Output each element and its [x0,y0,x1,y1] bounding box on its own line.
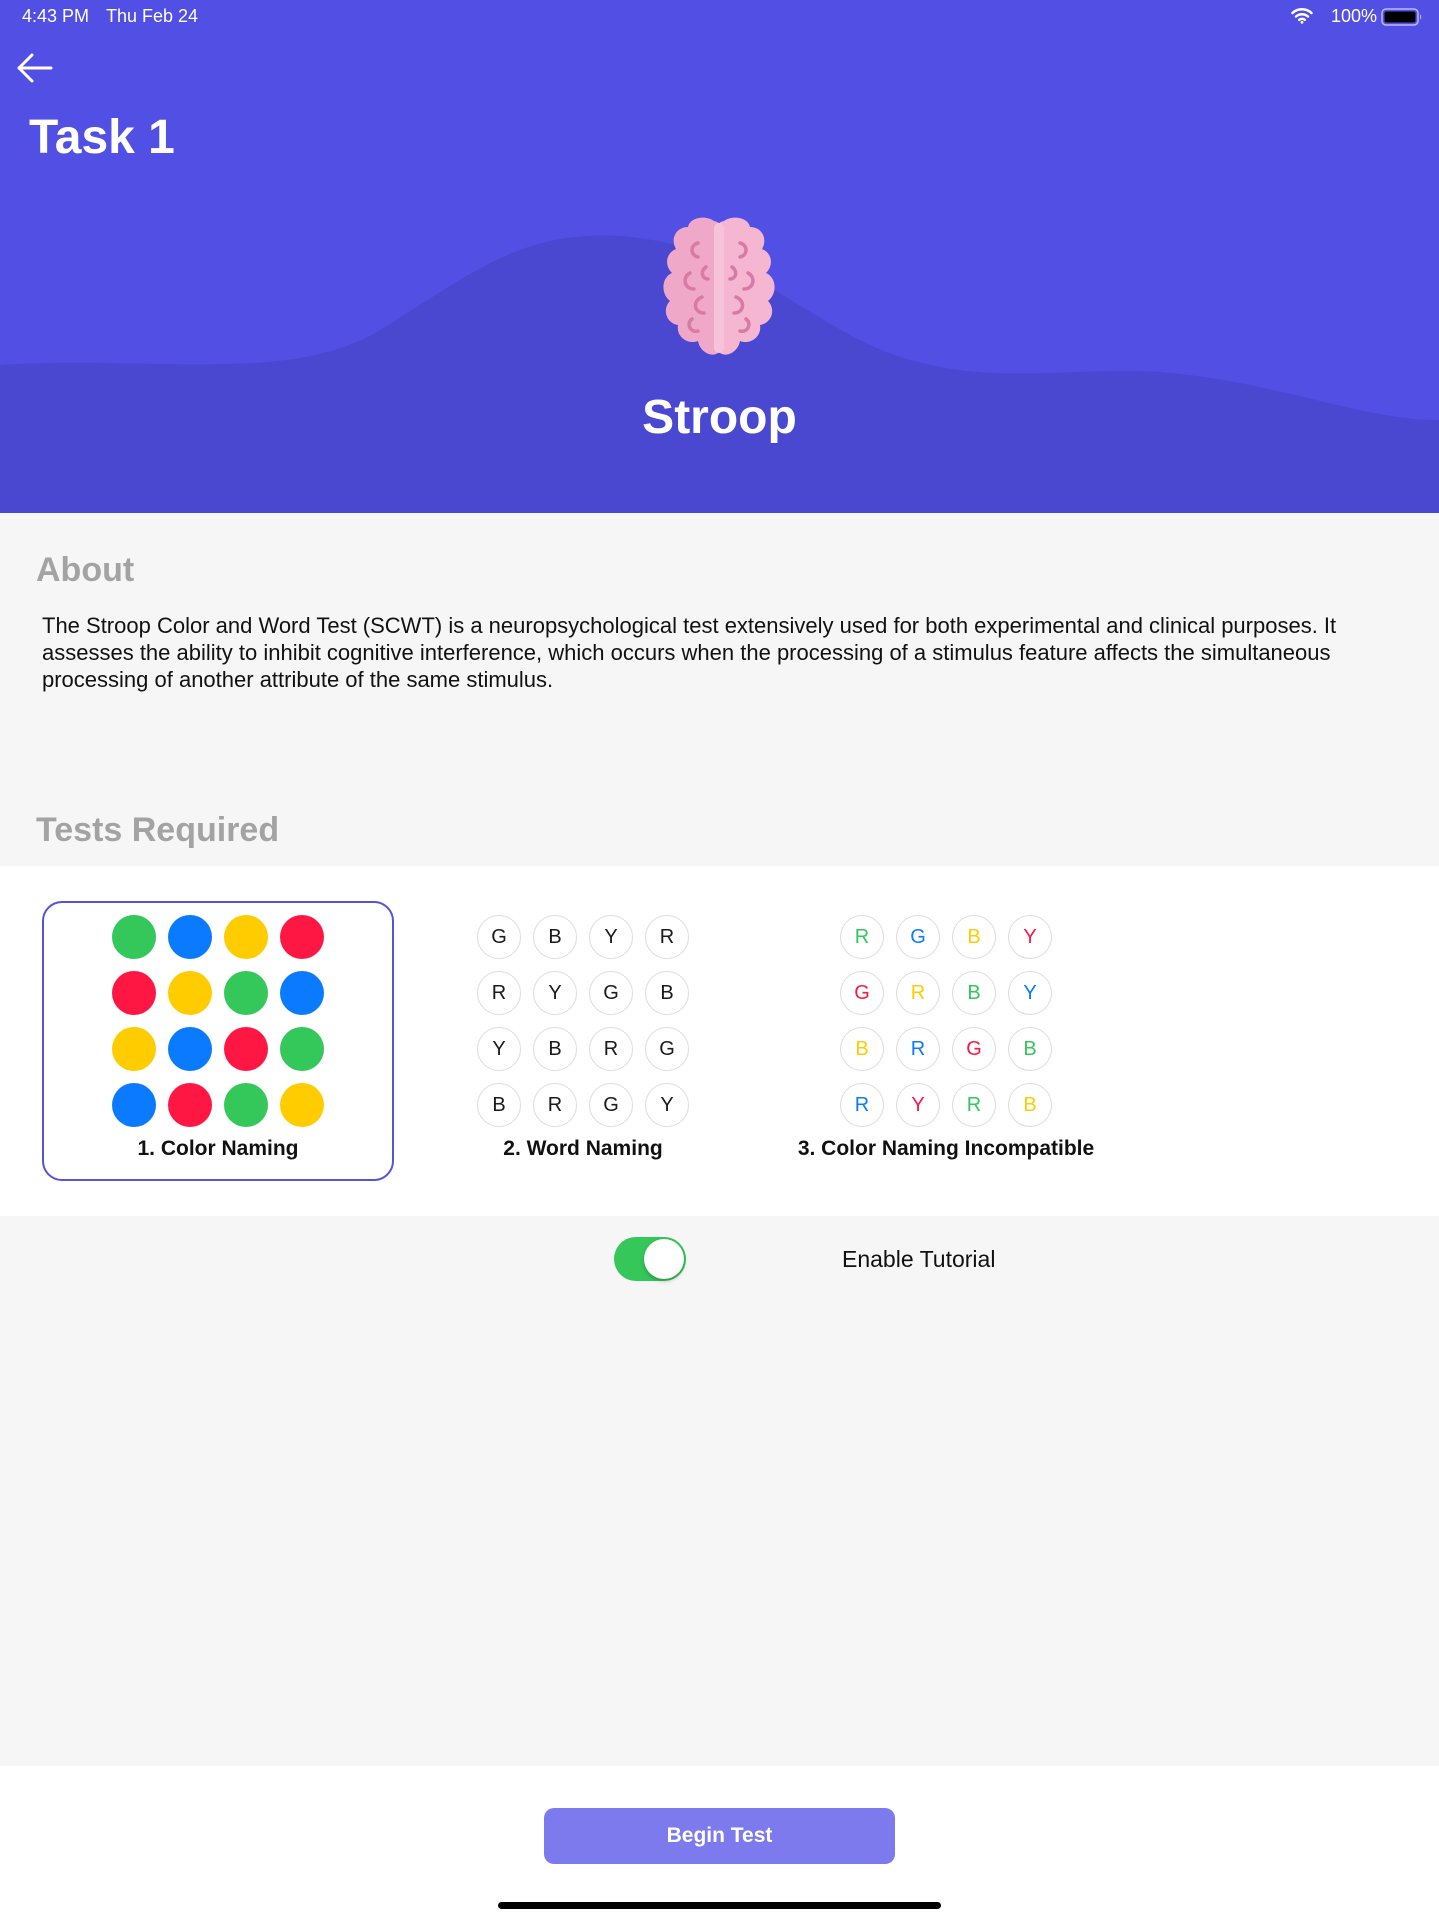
color-dot [280,1083,324,1127]
letter-circle: B [952,915,996,959]
letter-circle: G [952,1027,996,1071]
color-dot [112,1083,156,1127]
letter-circle: Y [1008,915,1052,959]
color-dot [112,915,156,959]
test-card-word-naming[interactable]: GBYRRYGBYBRGBRGY 2. Word Naming [407,901,759,1181]
tests-panel: 1. Color Naming GBYRRYGBYBRGBRGY 2. Word… [0,866,1439,1216]
color-dot [280,1027,324,1071]
test-name: Stroop [642,391,797,444]
letter-circle: R [645,915,689,959]
back-button[interactable] [12,48,58,88]
letter-circle: Y [533,971,577,1015]
letter-circle: G [645,1027,689,1071]
letter-circle: B [645,971,689,1015]
about-heading: About [36,551,135,589]
color-dot [224,1027,268,1071]
letter-circle: B [952,971,996,1015]
color-dot [224,1083,268,1127]
color-dot [224,971,268,1015]
letter-circle: B [533,915,577,959]
color-dot [168,915,212,959]
color-dot [112,1027,156,1071]
arrow-left-icon [17,53,53,83]
letter-circle: Y [477,1027,521,1071]
letter-circle: B [840,1027,884,1071]
letter-circle: B [533,1027,577,1071]
begin-test-button[interactable]: Begin Test [544,1808,895,1864]
tutorial-toggle[interactable] [614,1237,686,1281]
colored-letter-grid: RGBYGRBYBRGBRYRB [840,915,1052,1127]
test-card-label: 2. Word Naming [503,1137,663,1160]
brain-icon [646,215,792,370]
letter-circle: B [1008,1083,1052,1127]
letter-circle: R [952,1083,996,1127]
test-card-label: 3. Color Naming Incompatible [797,1137,1095,1160]
letter-circle: Y [645,1083,689,1127]
wifi-icon [1291,7,1313,29]
color-dot [280,915,324,959]
letter-circle: G [589,971,633,1015]
battery-icon [1381,8,1423,31]
letter-circle: G [477,915,521,959]
color-dot [280,971,324,1015]
letter-circle: R [477,971,521,1015]
tutorial-label: Enable Tutorial [842,1246,996,1272]
letter-circle: R [533,1083,577,1127]
test-card-color-naming-incompatible[interactable]: RGBYGRBYBRGBRYRB 3. Color Naming Incompa… [770,901,1122,1181]
letter-circle: G [589,1083,633,1127]
letter-circle: G [896,915,940,959]
color-dot [112,971,156,1015]
header: 4:43 PM Thu Feb 24 100% Task 1 Stroop [0,0,1439,513]
tests-required-heading: Tests Required [36,811,280,849]
letter-circle: R [896,971,940,1015]
color-dot [168,1027,212,1071]
letter-circle: B [477,1083,521,1127]
test-card-label: 1. Color Naming [137,1137,299,1160]
test-card-color-naming[interactable]: 1. Color Naming [42,901,394,1181]
battery-percentage: 100% [1330,6,1377,26]
color-dot [168,1083,212,1127]
letter-circle: R [589,1027,633,1071]
letter-circle: R [896,1027,940,1071]
letter-circle: Y [589,915,633,959]
home-indicator [498,1902,941,1909]
status-date: Thu Feb 24 [106,6,199,26]
letter-grid: GBYRRYGBYBRGBRGY [477,915,689,1127]
letter-circle: R [840,915,884,959]
color-dot [168,971,212,1015]
toggle-knob [644,1239,684,1279]
letter-circle: Y [1008,971,1052,1015]
letter-circle: G [840,971,884,1015]
color-dot [224,915,268,959]
color-dot-grid [112,915,324,1127]
letter-circle: R [840,1083,884,1127]
letter-circle: Y [896,1083,940,1127]
page-title: Task 1 [29,111,175,164]
status-time: 4:43 PM [22,6,90,26]
about-description: The Stroop Color and Word Test (SCWT) is… [42,613,1337,692]
letter-circle: B [1008,1027,1052,1071]
